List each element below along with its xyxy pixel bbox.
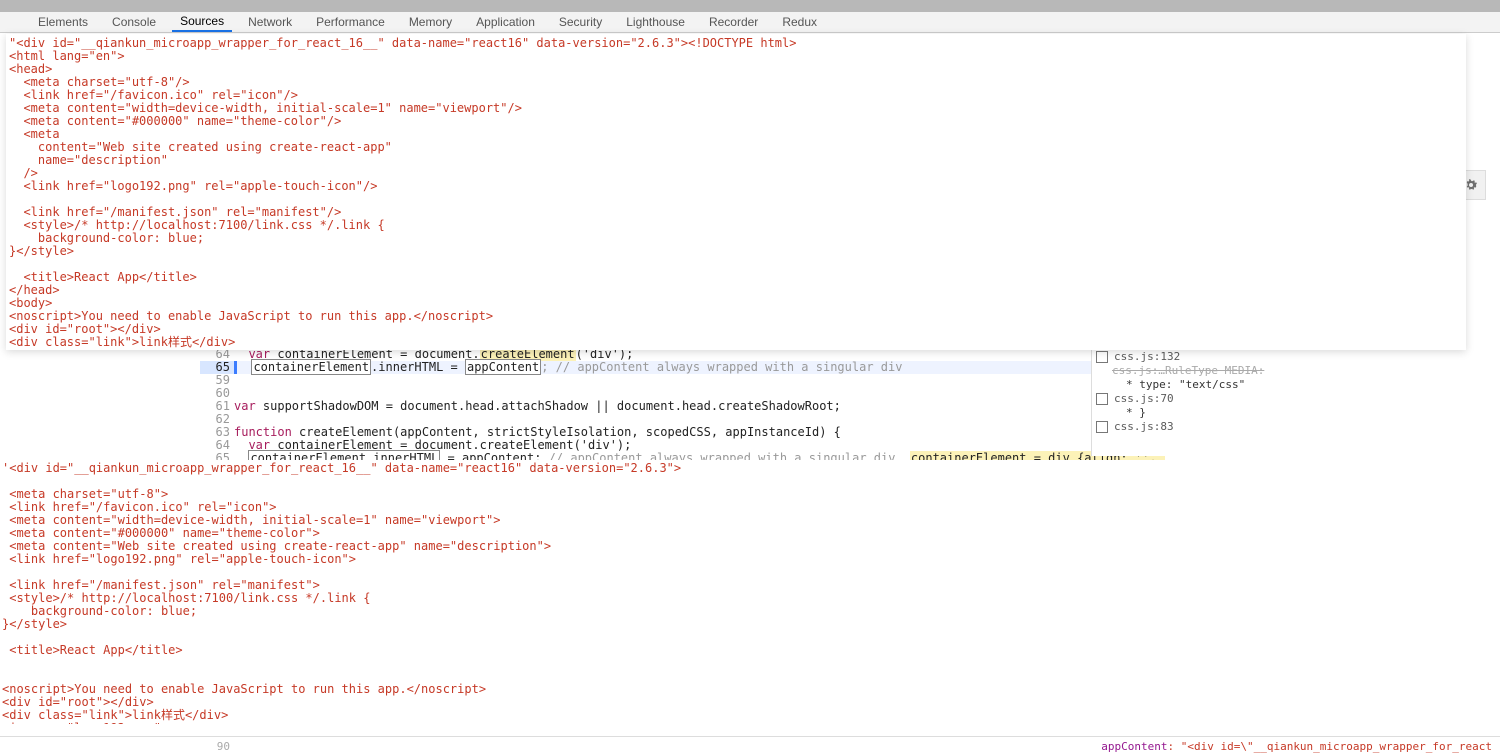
scope-item[interactable]: css.js:70	[1096, 392, 1496, 406]
scope-item-struck: css.js:…RuleType MEDIA:	[1096, 364, 1496, 378]
scope-detail: * }	[1096, 406, 1496, 420]
bottom-status: 90 appContent: "<div id=\"__qiankun_micr…	[0, 736, 1500, 755]
tab-network[interactable]: Network	[240, 13, 300, 31]
scope-sidebar: css.js:132 css.js:…RuleType MEDIA: * typ…	[1091, 348, 1500, 456]
tab-elements[interactable]: Elements	[30, 13, 96, 31]
tab-lighthouse[interactable]: Lighthouse	[618, 13, 693, 31]
tab-redux[interactable]: Redux	[774, 13, 825, 31]
tab-memory[interactable]: Memory	[401, 13, 460, 31]
scope-readout: appContent: "<div id=\"__qiankun_microap…	[1101, 740, 1492, 753]
scope-item[interactable]: css.js:132	[1096, 350, 1496, 364]
scope-detail: * type: "text/css"	[1096, 378, 1496, 392]
line-number: 90	[200, 740, 234, 753]
tab-security[interactable]: Security	[551, 13, 610, 31]
tab-console[interactable]: Console	[104, 13, 164, 31]
hover-tooltip-appcontent-2: '<div id="__qiankun_microapp_wrapper_for…	[0, 460, 1500, 724]
scope-item[interactable]: css.js:83	[1096, 420, 1496, 434]
tab-application[interactable]: Application	[468, 13, 543, 31]
devtools-tabbar: Elements Console Sources Network Perform…	[0, 12, 1500, 33]
window-titlebar	[0, 0, 1500, 12]
tab-performance[interactable]: Performance	[308, 13, 393, 31]
hover-tooltip-appcontent-1: "<div id="__qiankun_microapp_wrapper_for…	[6, 34, 1466, 350]
tab-recorder[interactable]: Recorder	[701, 13, 766, 31]
tab-sources[interactable]: Sources	[172, 12, 232, 32]
